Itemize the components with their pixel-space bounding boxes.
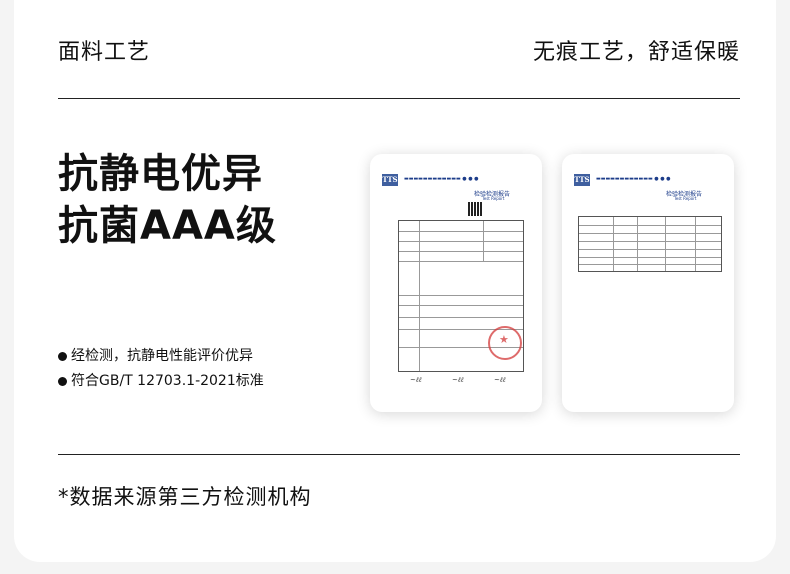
- test-report-image-1: TTS ▬▬▬▬▬▬▬▬▬▬▬▬ ● ● ● 检验检测报告 Test Repor…: [370, 154, 542, 412]
- bullet-text: 符合GB/T 12703.1-2021标准: [71, 373, 264, 389]
- report-table: [578, 216, 722, 272]
- bullet-dot-icon: [58, 377, 67, 386]
- section-tagline: 无痕工艺，舒适保暖: [532, 40, 740, 65]
- tts-logo-icon: TTS: [574, 174, 590, 186]
- test-report-image-2: TTS ▬▬▬▬▬▬▬▬▬▬▬▬ ● ● ● 检验检测报告 Test Repor…: [562, 154, 734, 412]
- report-org-lines: ▬▬▬▬▬▬▬▬▬▬▬▬ ● ● ●: [596, 176, 671, 182]
- tts-logo-icon: TTS: [382, 174, 398, 186]
- source-footnote: *数据来源第三方检测机构: [58, 485, 312, 509]
- top-divider: [58, 98, 740, 99]
- bullet-text: 经检测，抗静电性能评价优异: [71, 348, 253, 364]
- signature: ~ℓℓ: [452, 376, 464, 384]
- bullet-list: 经检测，抗静电性能评价优异 符合GB/T 12703.1-2021标准: [58, 344, 264, 394]
- bullet-item: 经检测，抗静电性能评价优异: [58, 344, 264, 369]
- bottom-divider: [58, 454, 740, 455]
- bullet-item: 符合GB/T 12703.1-2021标准: [58, 369, 264, 394]
- red-seal-icon: [488, 326, 522, 360]
- headline-line-2: 抗菌AAA级: [58, 203, 277, 249]
- section-title: 面料工艺: [58, 40, 151, 65]
- signature: ~ℓℓ: [410, 376, 422, 384]
- qr-code-icon: [468, 202, 482, 216]
- content-card: 面料工艺 无痕工艺，舒适保暖 抗静电优异 抗菌AAA级 经检测，抗静电性能评价优…: [14, 0, 776, 562]
- report-subtitle: Test Report: [482, 196, 505, 201]
- report-org-lines: ▬▬▬▬▬▬▬▬▬▬▬▬ ● ● ●: [404, 176, 479, 182]
- report-subtitle: Test Report: [674, 196, 697, 201]
- headline: 抗静电优异 抗菌AAA级: [58, 148, 277, 252]
- signature: ~ℓℓ: [494, 376, 506, 384]
- headline-line-1: 抗静电优异: [58, 151, 263, 197]
- bullet-dot-icon: [58, 352, 67, 361]
